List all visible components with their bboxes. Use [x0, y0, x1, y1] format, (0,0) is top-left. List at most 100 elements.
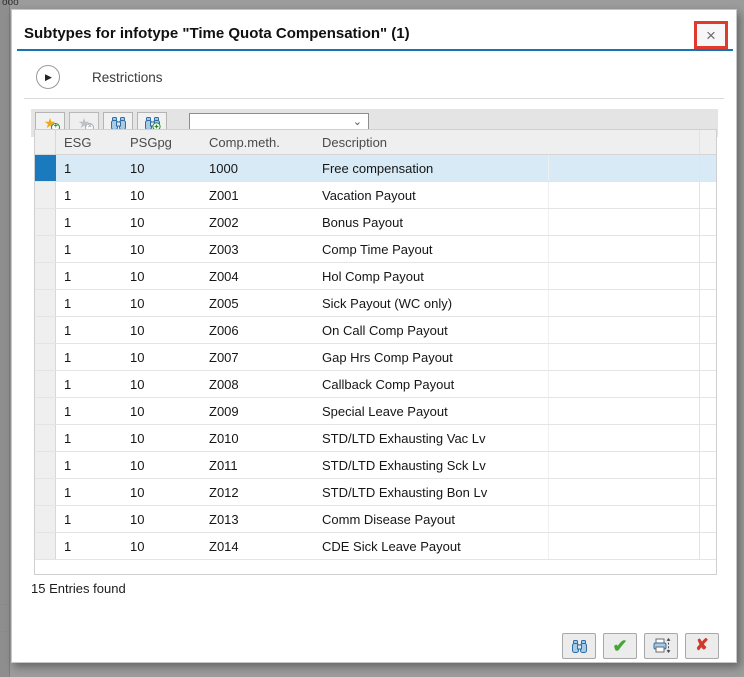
cell-description: Gap Hrs Comp Payout — [314, 344, 549, 370]
cell-description: CDE Sick Leave Payout — [314, 533, 549, 559]
cell-filler — [549, 263, 700, 289]
col-header-esg[interactable]: ESG — [56, 130, 122, 154]
selector-column-header — [35, 130, 56, 154]
star-gray-icon: ★× — [78, 116, 91, 130]
cell-strip — [700, 344, 716, 370]
table-row[interactable]: 1 10 Z007 Gap Hrs Comp Payout — [35, 344, 716, 371]
close-button[interactable]: × — [694, 21, 728, 49]
title-underline — [17, 49, 733, 51]
row-selector[interactable] — [35, 479, 56, 505]
chevron-down-icon: ⌄ — [353, 115, 368, 128]
cell-esg: 1 — [56, 533, 122, 559]
table-row[interactable]: 1 10 Z014 CDE Sick Leave Payout — [35, 533, 716, 560]
row-selector[interactable] — [35, 371, 56, 397]
cell-description: Free compensation — [314, 155, 549, 181]
cell-compmeth: Z013 — [201, 506, 314, 532]
cell-description: Bonus Payout — [314, 209, 549, 235]
cell-esg: 1 — [56, 452, 122, 478]
cell-esg: 1 — [56, 479, 122, 505]
row-selector[interactable] — [35, 155, 56, 181]
table-row[interactable]: 1 10 Z001 Vacation Payout — [35, 182, 716, 209]
table-row[interactable]: 1 10 Z013 Comm Disease Payout — [35, 506, 716, 533]
cell-psgpg: 10 — [122, 182, 201, 208]
table-row[interactable]: 1 10 1000 Free compensation — [35, 155, 716, 182]
cell-psgpg: 10 — [122, 236, 201, 262]
row-selector[interactable] — [35, 425, 56, 451]
cell-esg: 1 — [56, 398, 122, 424]
cell-esg: 1 — [56, 182, 122, 208]
table-row[interactable]: 1 10 Z012 STD/LTD Exhausting Bon Lv — [35, 479, 716, 506]
find-button[interactable] — [562, 633, 596, 659]
cell-strip — [700, 506, 716, 532]
row-selector[interactable] — [35, 236, 56, 262]
cell-description: Special Leave Payout — [314, 398, 549, 424]
restrictions-section: ▶ Restrictions — [36, 64, 163, 90]
cancel-button[interactable]: ✘ — [685, 633, 719, 659]
cell-description: Comp Time Payout — [314, 236, 549, 262]
cell-compmeth: Z010 — [201, 425, 314, 451]
background-gridline — [0, 631, 11, 632]
cell-psgpg: 10 — [122, 479, 201, 505]
table-row[interactable]: 1 10 Z003 Comp Time Payout — [35, 236, 716, 263]
section-separator — [24, 98, 724, 99]
cell-compmeth: Z009 — [201, 398, 314, 424]
print-button[interactable] — [644, 633, 678, 659]
row-selector[interactable] — [35, 533, 56, 559]
row-selector[interactable] — [35, 209, 56, 235]
table-row[interactable]: 1 10 Z008 Callback Comp Payout — [35, 371, 716, 398]
row-selector[interactable] — [35, 398, 56, 424]
cell-strip — [700, 209, 716, 235]
table-row[interactable]: 1 10 Z010 STD/LTD Exhausting Vac Lv — [35, 425, 716, 452]
background-clipped-text: ooo — [2, 0, 19, 8]
accept-button[interactable]: ✔ — [603, 633, 637, 659]
cell-strip — [700, 425, 716, 451]
cell-strip — [700, 155, 716, 181]
background-window-edge — [0, 0, 10, 677]
cell-esg: 1 — [56, 371, 122, 397]
dialog-title: Subtypes for infotype "Time Quota Compen… — [24, 25, 410, 42]
cell-esg: 1 — [56, 155, 122, 181]
table-row[interactable]: 1 10 Z006 On Call Comp Payout — [35, 317, 716, 344]
col-header-description[interactable]: Description — [314, 130, 549, 154]
restrictions-expand-button[interactable]: ▶ — [36, 65, 60, 89]
cell-psgpg: 10 — [122, 290, 201, 316]
scrollbar-track — [700, 130, 716, 154]
col-header-compmeth[interactable]: Comp.meth. — [201, 130, 314, 154]
table-row[interactable]: 1 10 Z011 STD/LTD Exhausting Sck Lv — [35, 452, 716, 479]
cell-compmeth: Z011 — [201, 452, 314, 478]
cell-compmeth: Z002 — [201, 209, 314, 235]
row-selector[interactable] — [35, 452, 56, 478]
table-header-row: ESG PSGpg Comp.meth. Description — [35, 130, 716, 155]
star-plus-icon: ★+ — [44, 116, 57, 130]
close-icon: × — [706, 27, 716, 44]
chevron-right-icon: ▶ — [45, 72, 52, 83]
cell-description: Sick Payout (WC only) — [314, 290, 549, 316]
row-selector[interactable] — [35, 182, 56, 208]
cell-strip — [700, 533, 716, 559]
row-selector[interactable] — [35, 344, 56, 370]
cell-description: STD/LTD Exhausting Bon Lv — [314, 479, 549, 505]
col-header-filler — [549, 130, 700, 154]
row-selector[interactable] — [35, 506, 56, 532]
table-row[interactable]: 1 10 Z004 Hol Comp Payout — [35, 263, 716, 290]
cell-esg: 1 — [56, 290, 122, 316]
row-selector[interactable] — [35, 263, 56, 289]
restrictions-label: Restrictions — [92, 70, 163, 85]
cell-filler — [549, 155, 700, 181]
col-header-psgpg[interactable]: PSGpg — [122, 130, 201, 154]
cell-compmeth: Z003 — [201, 236, 314, 262]
background-gridline — [0, 604, 11, 605]
cell-esg: 1 — [56, 263, 122, 289]
table-row[interactable]: 1 10 Z002 Bonus Payout — [35, 209, 716, 236]
cell-esg: 1 — [56, 209, 122, 235]
cell-filler — [549, 452, 700, 478]
binoculars-icon — [571, 639, 588, 654]
row-selector[interactable] — [35, 290, 56, 316]
cell-filler — [549, 425, 700, 451]
table-row[interactable]: 1 10 Z009 Special Leave Payout — [35, 398, 716, 425]
table-row[interactable]: 1 10 Z005 Sick Payout (WC only) — [35, 290, 716, 317]
row-selector[interactable] — [35, 317, 56, 343]
cell-filler — [549, 371, 700, 397]
cell-esg: 1 — [56, 236, 122, 262]
cell-psgpg: 10 — [122, 344, 201, 370]
